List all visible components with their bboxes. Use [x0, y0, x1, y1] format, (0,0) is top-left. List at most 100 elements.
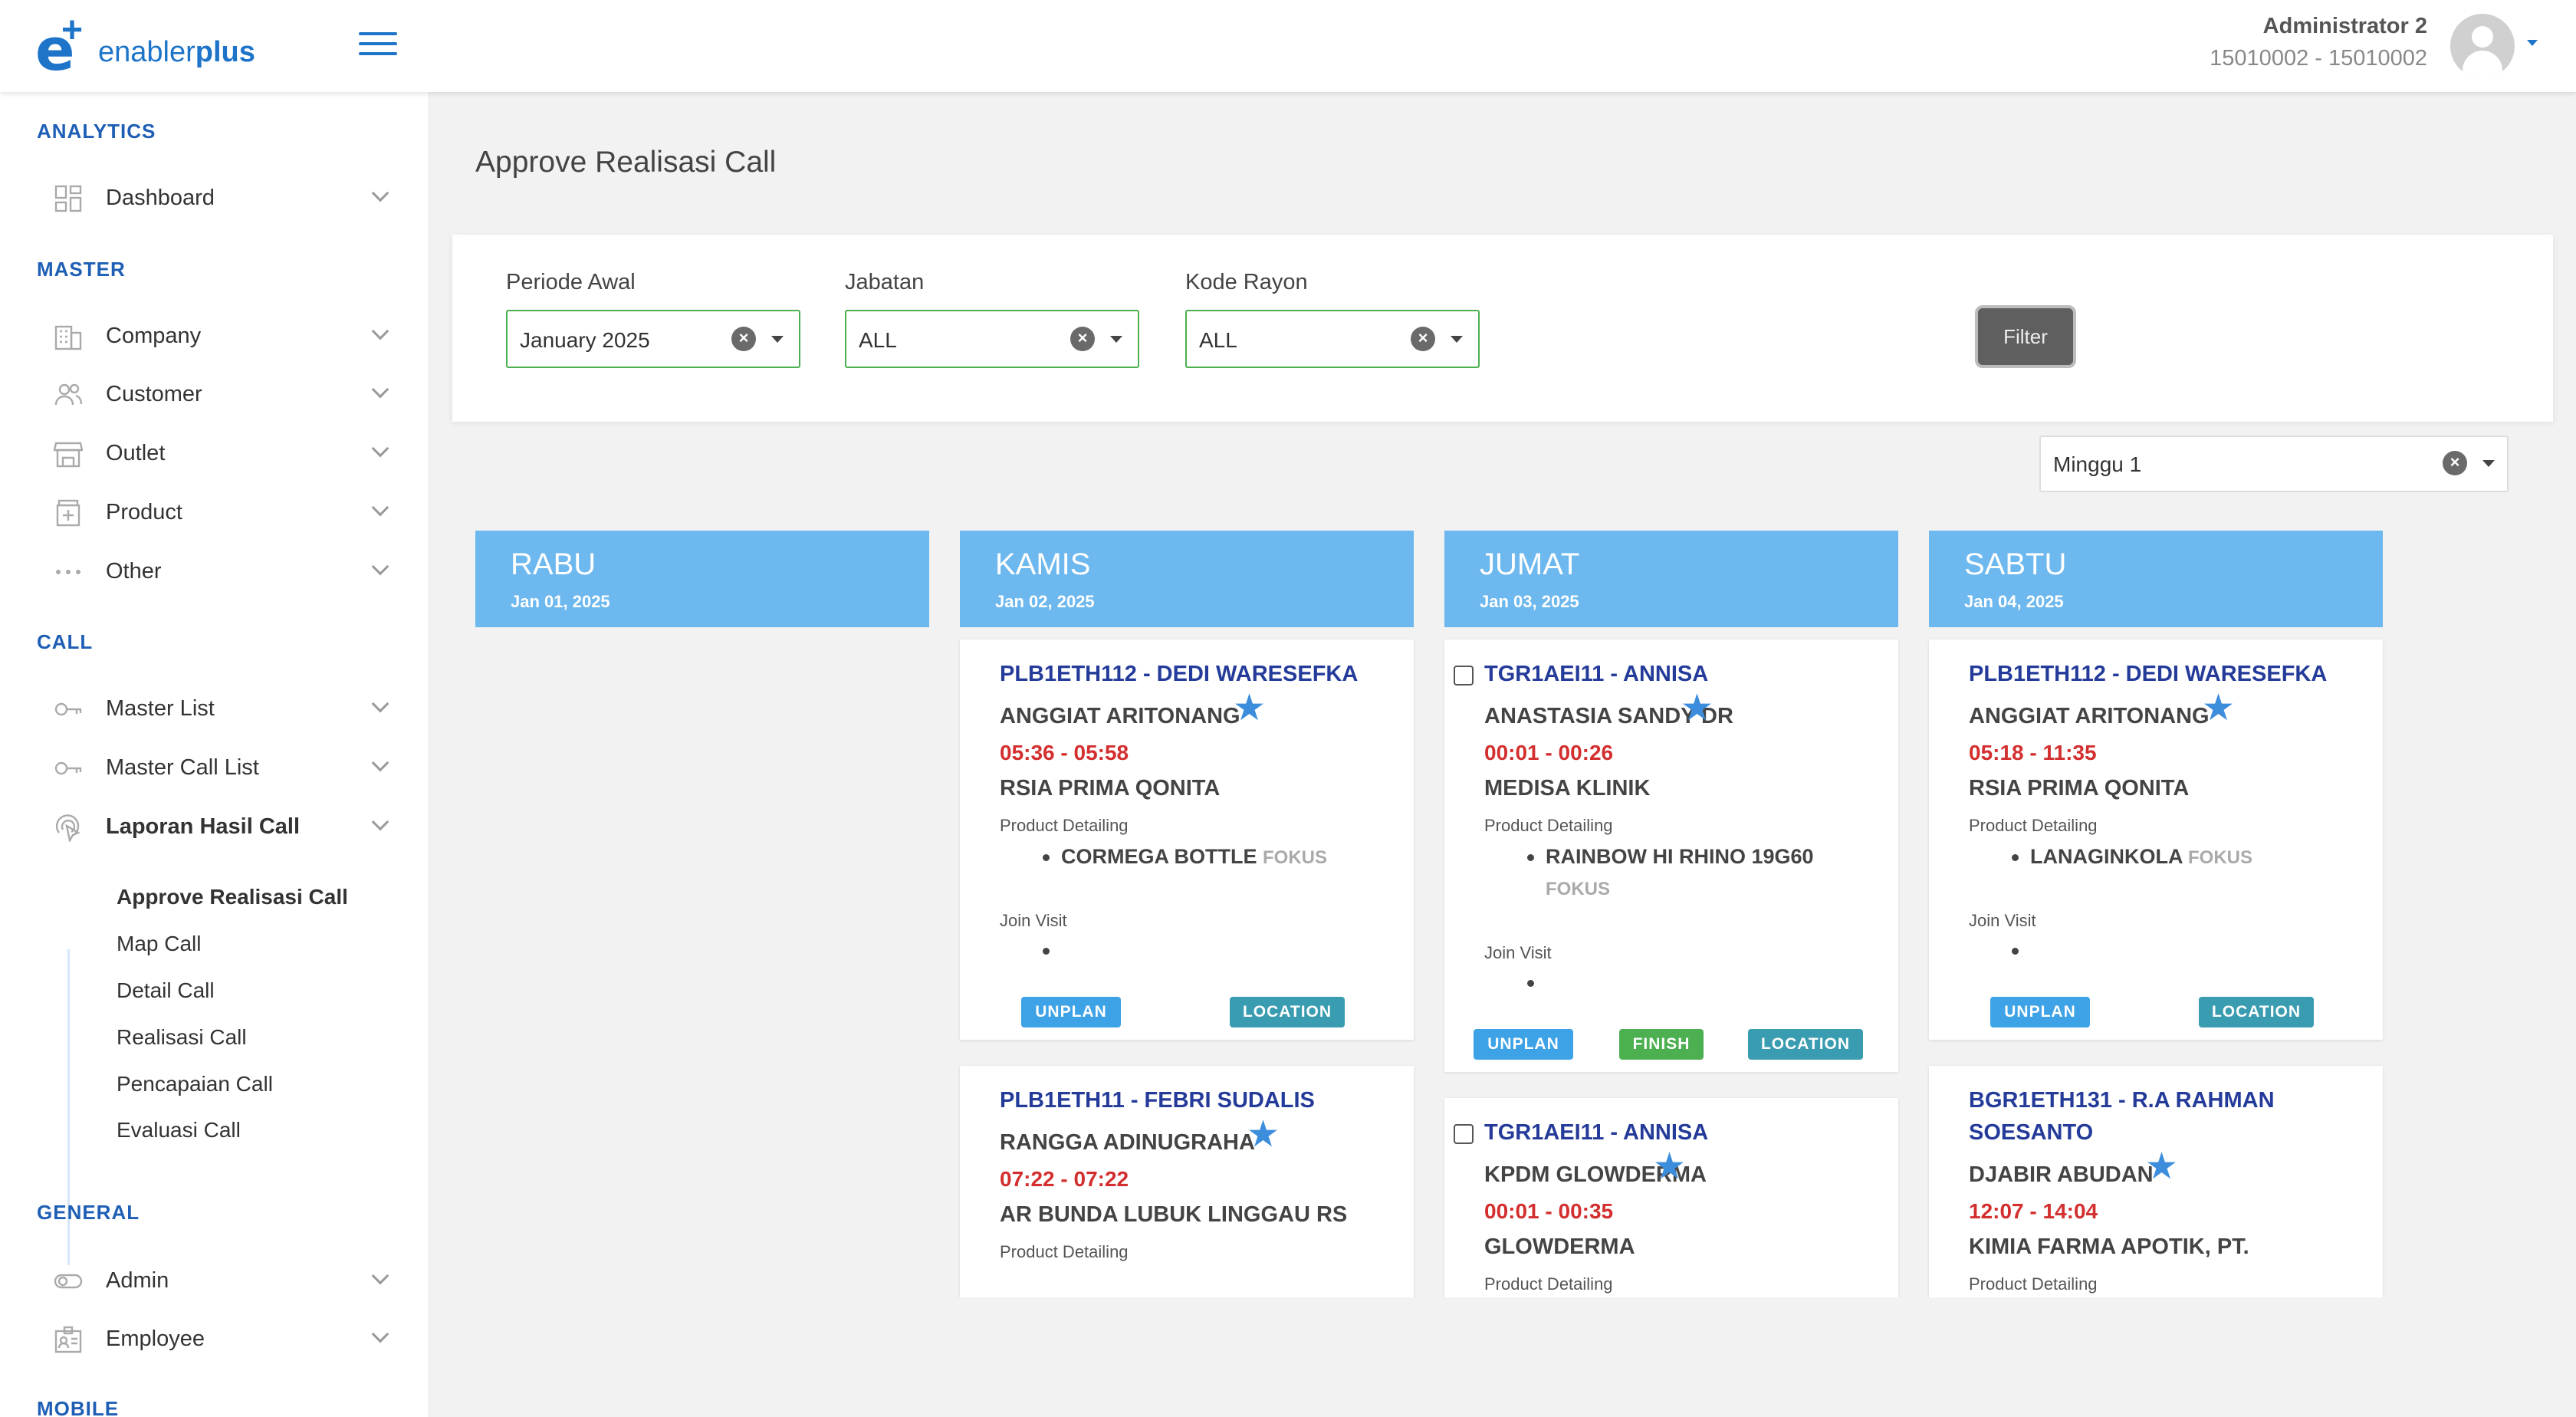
- sidebar-item-other[interactable]: Other: [54, 550, 391, 593]
- sidebar-item-admin[interactable]: Admin: [54, 1259, 391, 1302]
- menu-toggle-icon[interactable]: [359, 32, 397, 60]
- call-card[interactable]: PLB1ETH11 - FEBRI SUDALIS RANGGA ADINUGR…: [960, 1066, 1414, 1297]
- day-header-jumat: JUMAT Jan 03, 2025: [1444, 531, 1898, 627]
- star-icon: ★: [2145, 1146, 2179, 1187]
- bullet: [1527, 854, 1534, 861]
- logo-plus: +: [61, 10, 84, 51]
- submenu-map-call[interactable]: Map Call: [117, 932, 201, 956]
- chevron-down-icon: [371, 184, 389, 202]
- bullet: [1527, 980, 1534, 987]
- filter-button[interactable]: Filter: [1975, 305, 2076, 368]
- day-name: RABU: [511, 547, 596, 581]
- product-item: CORMEGA BOTTLE FOKUS: [1061, 845, 1328, 868]
- location-button[interactable]: LOCATION: [2199, 997, 2314, 1027]
- customer-name: DJABIR ABUDAN: [1969, 1162, 2154, 1187]
- toggle-icon: [54, 1274, 83, 1289]
- submenu-pencapaian-call[interactable]: Pencapaian Call: [117, 1072, 273, 1096]
- day-name: JUMAT: [1480, 547, 1580, 581]
- call-time: 12:07 - 14:04: [1969, 1199, 2098, 1223]
- caret-down-icon[interactable]: [1451, 336, 1463, 343]
- clear-icon[interactable]: ×: [1070, 327, 1095, 351]
- sidebar-item-label: Customer: [106, 382, 202, 406]
- sidebar-item-employee[interactable]: Employee: [54, 1317, 391, 1360]
- join-visit-label: Join Visit: [1000, 911, 1067, 930]
- caret-down-icon[interactable]: [771, 336, 784, 343]
- card-header: PLB1ETH11 - FEBRI SUDALIS: [1000, 1088, 1315, 1113]
- week-select[interactable]: Minggu 1 ×: [2039, 436, 2509, 492]
- sidebar-item-label: Admin: [106, 1268, 169, 1293]
- sidebar-item-laporan-hasil-call[interactable]: Laporan Hasil Call: [54, 805, 391, 848]
- sidebar-item-customer[interactable]: Customer: [54, 373, 391, 416]
- sidebar-item-dashboard[interactable]: Dashboard: [54, 176, 391, 219]
- star-icon: ★: [1681, 688, 1714, 728]
- building-icon: [54, 325, 82, 350]
- fokus-tag: FOKUS: [1546, 879, 1610, 899]
- periode-awal-select[interactable]: January 2025 ×: [506, 310, 800, 368]
- location-button[interactable]: LOCATION: [1748, 1029, 1863, 1060]
- call-card[interactable]: TGR1AEI11 - ANNISA ANASTASIA SANDY DR ★ …: [1444, 639, 1898, 1072]
- sidebar-item-label: Laporan Hasil Call: [106, 814, 301, 839]
- brand-logo[interactable]: e + enablerplus: [35, 12, 281, 79]
- unplan-badge: UNPLAN: [1474, 1029, 1573, 1060]
- call-time: 07:22 - 07:22: [1000, 1167, 1129, 1191]
- sidebar-item-master-list[interactable]: Master List: [54, 687, 391, 730]
- select-value: ALL: [859, 328, 897, 352]
- caret-down-icon[interactable]: [1110, 336, 1122, 343]
- card-header: TGR1AEI11 - ANNISA: [1484, 662, 1709, 686]
- key-icon: [54, 702, 82, 716]
- user-menu-caret-icon[interactable]: [2527, 40, 2538, 46]
- jabatan-select[interactable]: ALL ×: [845, 310, 1139, 368]
- call-card[interactable]: PLB1ETH112 - DEDI WARESEFKA ANGGIAT ARIT…: [1929, 639, 2383, 1040]
- approve-checkbox[interactable]: [1454, 666, 1474, 685]
- location-button[interactable]: LOCATION: [1230, 997, 1345, 1027]
- clear-icon[interactable]: ×: [1411, 327, 1435, 351]
- submenu-detail-call[interactable]: Detail Call: [117, 978, 215, 1003]
- chevron-down-icon: [371, 754, 389, 772]
- call-card[interactable]: TGR1AEI11 - ANNISA KPDM GLOWDERMA ★ 00:0…: [1444, 1098, 1898, 1297]
- outlet-name: RSIA PRIMA QONITA: [1969, 776, 2190, 801]
- call-card[interactable]: BGR1ETH131 - R.A RAHMAN SOESANTO DJABIR …: [1929, 1066, 2383, 1297]
- submenu-evaluasi-call[interactable]: Evaluasi Call: [117, 1118, 241, 1142]
- chevron-down-icon: [371, 1325, 389, 1343]
- clear-icon[interactable]: ×: [2443, 451, 2467, 475]
- card-header: TGR1AEI11 - ANNISA: [1484, 1120, 1709, 1145]
- sidebar-item-outlet[interactable]: Outlet: [54, 432, 391, 475]
- day-date: Jan 01, 2025: [511, 592, 610, 611]
- product-item: LANAGINKOLA FOKUS: [2030, 845, 2252, 868]
- submenu-approve-realisasi-call[interactable]: Approve Realisasi Call: [117, 885, 348, 909]
- kode-rayon-select[interactable]: ALL ×: [1185, 310, 1480, 368]
- sidebar-item-label: Outlet: [106, 441, 166, 465]
- sidebar-item-product[interactable]: Product: [54, 491, 391, 534]
- card-header: PLB1ETH112 - DEDI WARESEFKA: [1969, 662, 2328, 686]
- join-visit-label: Join Visit: [1484, 943, 1552, 962]
- day-date: Jan 04, 2025: [1964, 592, 2064, 611]
- chevron-down-icon: [371, 322, 389, 340]
- submenu-realisasi-call[interactable]: Realisasi Call: [117, 1025, 247, 1050]
- chevron-down-icon: [371, 380, 389, 399]
- customer-name: RANGGA ADINUGRAHA: [1000, 1130, 1255, 1155]
- users-icon: [54, 383, 83, 406]
- sidebar-item-label: Master Call List: [106, 755, 259, 780]
- medicine-box-icon: [56, 499, 80, 527]
- key-icon: [54, 761, 82, 775]
- outlet-name: RSIA PRIMA QONITA: [1000, 776, 1221, 801]
- product-detailing-label: Product Detailing: [1484, 1274, 1613, 1294]
- approve-checkbox[interactable]: [1454, 1124, 1474, 1144]
- customer-name: ANGGIAT ARITONANG: [1969, 704, 2210, 728]
- clear-icon[interactable]: ×: [731, 327, 756, 351]
- sidebar-item-company[interactable]: Company: [54, 314, 391, 357]
- call-card[interactable]: PLB1ETH112 - DEDI WARESEFKA ANGGIAT ARIT…: [960, 639, 1414, 1040]
- chevron-down-icon: [371, 695, 389, 713]
- user-name: Administrator 2: [2262, 14, 2427, 38]
- caret-down-icon[interactable]: [2482, 460, 2495, 467]
- top-bar: e + enablerplus Administrator 2 15010002…: [0, 0, 2576, 92]
- customer-name: ANGGIAT ARITONANG: [1000, 704, 1240, 728]
- call-time: 05:18 - 11:35: [1969, 741, 2097, 764]
- outlet-name: GLOWDERMA: [1484, 1235, 1635, 1259]
- outlet-name: AR BUNDA LUBUK LINGGAU RS: [1000, 1202, 1348, 1227]
- avatar[interactable]: [2450, 14, 2515, 78]
- sidebar: ANALYTICS Dashboard MASTER Company Custo…: [0, 92, 429, 1417]
- call-time: 00:01 - 00:26: [1484, 741, 1614, 764]
- sidebar-item-master-call-list[interactable]: Master Call List: [54, 746, 391, 789]
- day-header-rabu: RABU Jan 01, 2025: [475, 531, 929, 627]
